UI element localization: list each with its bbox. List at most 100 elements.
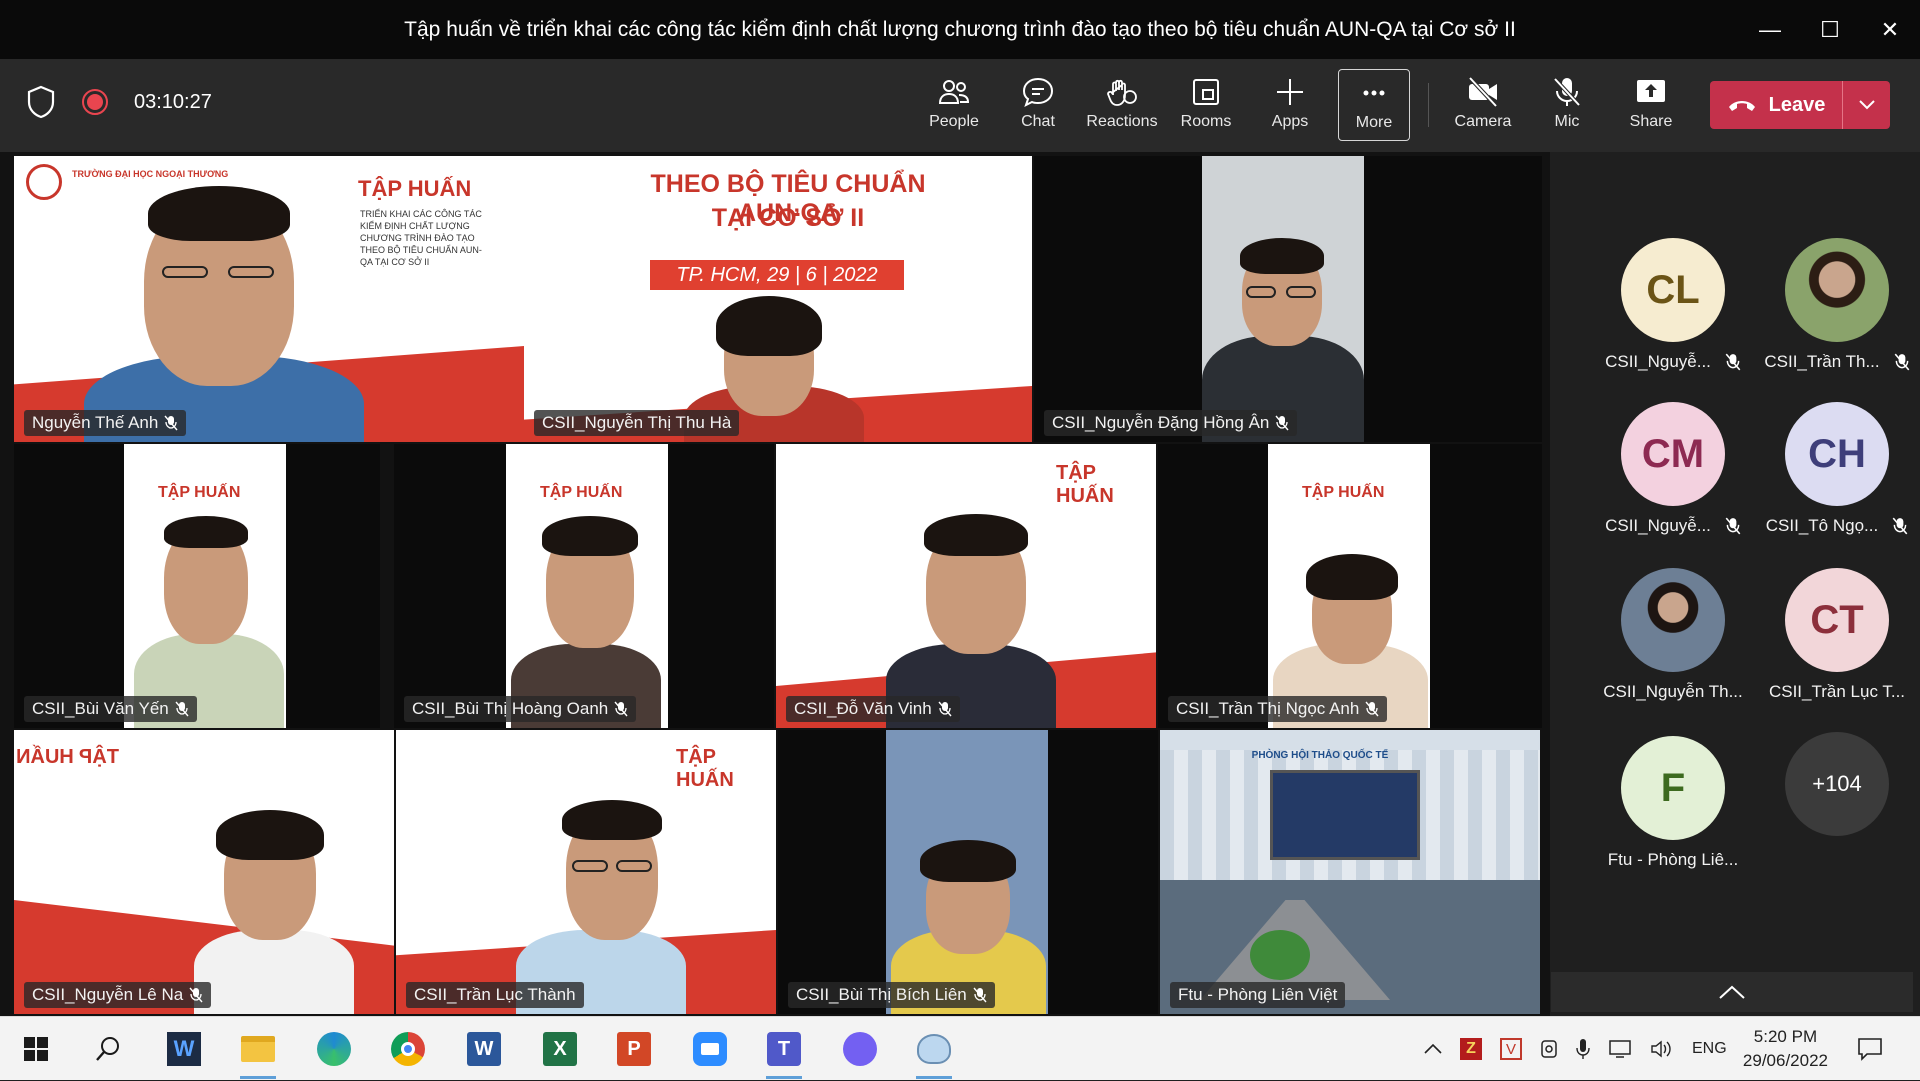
participant-nametag: CSII_Nguyễn Lê Na — [24, 982, 212, 1008]
video-tile[interactable]: CSII_Nguyễn Thị Thu Hà — [524, 156, 1032, 442]
word-icon: W — [467, 1032, 501, 1066]
chat-button[interactable]: Chat — [1000, 69, 1076, 141]
reactions-button[interactable]: Reactions — [1084, 69, 1160, 141]
start-button[interactable] — [14, 1027, 58, 1071]
participant-video — [886, 730, 1048, 1014]
participant-nametag: CSII_Bùi Văn Yến — [24, 696, 197, 722]
participant-nametag: CSII_Đỗ Văn Vinh — [786, 696, 960, 722]
checkmark-app-icon[interactable]: V — [1500, 1038, 1522, 1060]
leave-button[interactable]: Leave — [1710, 81, 1890, 129]
minimize-icon[interactable]: — — [1740, 0, 1800, 59]
video-tile[interactable]: CSII_Bùi Thị Bích Liên — [778, 730, 1158, 1014]
more-participants-button[interactable]: +104 — [1762, 732, 1912, 836]
collapse-gallery-button[interactable] — [1551, 972, 1913, 1012]
reactions-label: Reactions — [1086, 113, 1158, 130]
apps-button[interactable]: Apps — [1252, 69, 1328, 141]
search-button[interactable] — [86, 1027, 130, 1071]
reactions-icon — [1107, 79, 1137, 106]
taskbar-file-explorer[interactable] — [236, 1027, 280, 1079]
paint-icon — [917, 1034, 951, 1064]
video-tile[interactable]: TẬP HUẤN CSII_Trần Thị Ngọc Anh — [1158, 444, 1542, 728]
mic-off-icon — [1725, 353, 1741, 371]
mic-off-icon — [1892, 517, 1908, 535]
participant-video: TẬP HUẤN — [14, 730, 394, 1014]
clock-date: 29/06/2022 — [1742, 1051, 1828, 1070]
notifications-button[interactable] — [1848, 1027, 1892, 1071]
participant-avatar-tile[interactable]: CL CSII_Nguyễ... — [1598, 238, 1748, 372]
camera-button[interactable]: Camera — [1445, 69, 1521, 141]
taskbar-zoom[interactable] — [688, 1027, 732, 1071]
video-tile[interactable]: TẬP HUẤN CSII_Bùi Văn Yến — [14, 444, 380, 728]
camera-tray-icon[interactable] — [1540, 1039, 1558, 1059]
taskbar-excel[interactable]: X — [538, 1027, 582, 1071]
people-button[interactable]: People — [916, 69, 992, 141]
avatar: F — [1621, 736, 1725, 840]
taskbar-word[interactable]: W — [462, 1027, 506, 1071]
share-icon — [1637, 80, 1665, 102]
mic-button[interactable]: Mic — [1529, 69, 1605, 141]
zoom-icon — [693, 1032, 727, 1066]
taskbar-chrome[interactable] — [386, 1027, 430, 1071]
title-bar: Tập huấn về triển khai các công tác kiểm… — [0, 0, 1920, 59]
video-tile[interactable]: TẬP HUẤN CSII_Nguyễn Lê Na — [14, 730, 394, 1014]
clock-time: 5:20 PM — [1753, 1027, 1818, 1046]
leave-main[interactable]: Leave — [1710, 94, 1842, 117]
video-tile[interactable]: TẬP HUẤN CSII_Bùi Thị Hoàng Oanh — [394, 444, 774, 728]
video-tile[interactable]: CSII_Nguyễn Đặng Hồng Ân — [1034, 156, 1542, 442]
volume-icon[interactable] — [1650, 1039, 1674, 1059]
participant-nametag: CSII_Nguyễn Đặng Hồng Ân — [1044, 410, 1298, 436]
video-tile[interactable]: Nguyễn Thế Anh — [14, 156, 522, 442]
taskbar-edge[interactable] — [312, 1027, 356, 1071]
microphone-icon[interactable] — [1576, 1038, 1590, 1060]
avatar: CL — [1621, 238, 1725, 342]
filezilla-icon[interactable]: Z — [1460, 1038, 1482, 1060]
taskbar-app-w[interactable]: W — [162, 1027, 206, 1071]
network-icon[interactable] — [1608, 1039, 1632, 1059]
taskbar-paint[interactable] — [912, 1027, 956, 1079]
participant-avatar-tile[interactable]: CSII_Trần Th... — [1762, 238, 1912, 372]
edge-icon — [317, 1032, 351, 1066]
participant-avatar-tile[interactable]: CM CSII_Nguyễ... — [1598, 402, 1748, 536]
participant-avatar-tile[interactable]: CSII_Nguyễn Th... — [1598, 568, 1748, 702]
more-button[interactable]: More — [1338, 69, 1410, 141]
leave-dropdown[interactable] — [1842, 81, 1890, 129]
chat-icon — [1022, 77, 1054, 107]
teams-icon: T — [767, 1032, 801, 1066]
camera-off-icon — [1468, 76, 1498, 108]
shield-icon[interactable] — [26, 85, 56, 119]
mic-off-icon — [614, 701, 628, 717]
share-label: Share — [1629, 113, 1673, 130]
participant-name: Nguyễn Thế Anh — [32, 413, 159, 432]
chevron-up-icon[interactable] — [1424, 1044, 1442, 1054]
participant-avatar-tile[interactable]: CH CSII_Tô Ngọ... — [1762, 402, 1912, 536]
video-tile[interactable]: TẬP HUẤN CSII_Đỗ Văn Vinh — [776, 444, 1156, 728]
video-tile[interactable]: TẬP HUẤN CSII_Trần Lục Thành — [396, 730, 776, 1014]
taskbar-teams[interactable]: T — [762, 1027, 806, 1079]
video-stage: TRƯỜNG ĐẠI HỌC NGOẠI THƯƠNG TẬP HUẤN TRI… — [0, 152, 1550, 1016]
taskbar-viber[interactable] — [838, 1027, 882, 1071]
video-tile[interactable]: PHÒNG HỘI THẢO QUỐC TẾ Ftu - Phòng Liên … — [1160, 730, 1540, 1014]
chat-label: Chat — [1021, 113, 1055, 130]
maximize-icon[interactable]: ☐ — [1800, 0, 1860, 59]
participant-video: TẬP HUẤN — [1268, 444, 1430, 728]
participant-video: TẬP HUẤN — [506, 444, 668, 728]
taskbar-powerpoint[interactable]: P — [612, 1027, 656, 1071]
participant-name: CSII_Bùi Thị Hoàng Oanh — [412, 699, 609, 718]
share-button[interactable]: Share — [1613, 69, 1689, 141]
close-icon[interactable]: ✕ — [1860, 0, 1920, 59]
mic-off-icon — [938, 701, 952, 717]
rooms-button[interactable]: Rooms — [1168, 69, 1244, 141]
clock[interactable]: 5:20 PM 29/06/2022 — [1743, 1025, 1828, 1073]
participant-avatar-tile[interactable]: F Ftu - Phòng Liê... — [1598, 736, 1748, 870]
rooms-icon — [1193, 79, 1219, 105]
language-indicator[interactable]: ENG — [1692, 1040, 1727, 1058]
participant-nametag: CSII_Bùi Thị Hoàng Oanh — [404, 696, 637, 722]
participants-panel: CL CSII_Nguyễ... CSII_Trần Th... CM CSII… — [1550, 152, 1920, 1016]
mic-off-icon — [1275, 415, 1289, 431]
notification-icon — [1858, 1038, 1882, 1061]
avatar: CH — [1785, 402, 1889, 506]
room-screen — [1270, 770, 1420, 860]
participant-name: CSII_Nguyễn Th... — [1603, 682, 1743, 701]
folder-icon — [241, 1036, 275, 1062]
participant-avatar-tile[interactable]: CT CSII_Trần Lục T... — [1762, 568, 1912, 702]
